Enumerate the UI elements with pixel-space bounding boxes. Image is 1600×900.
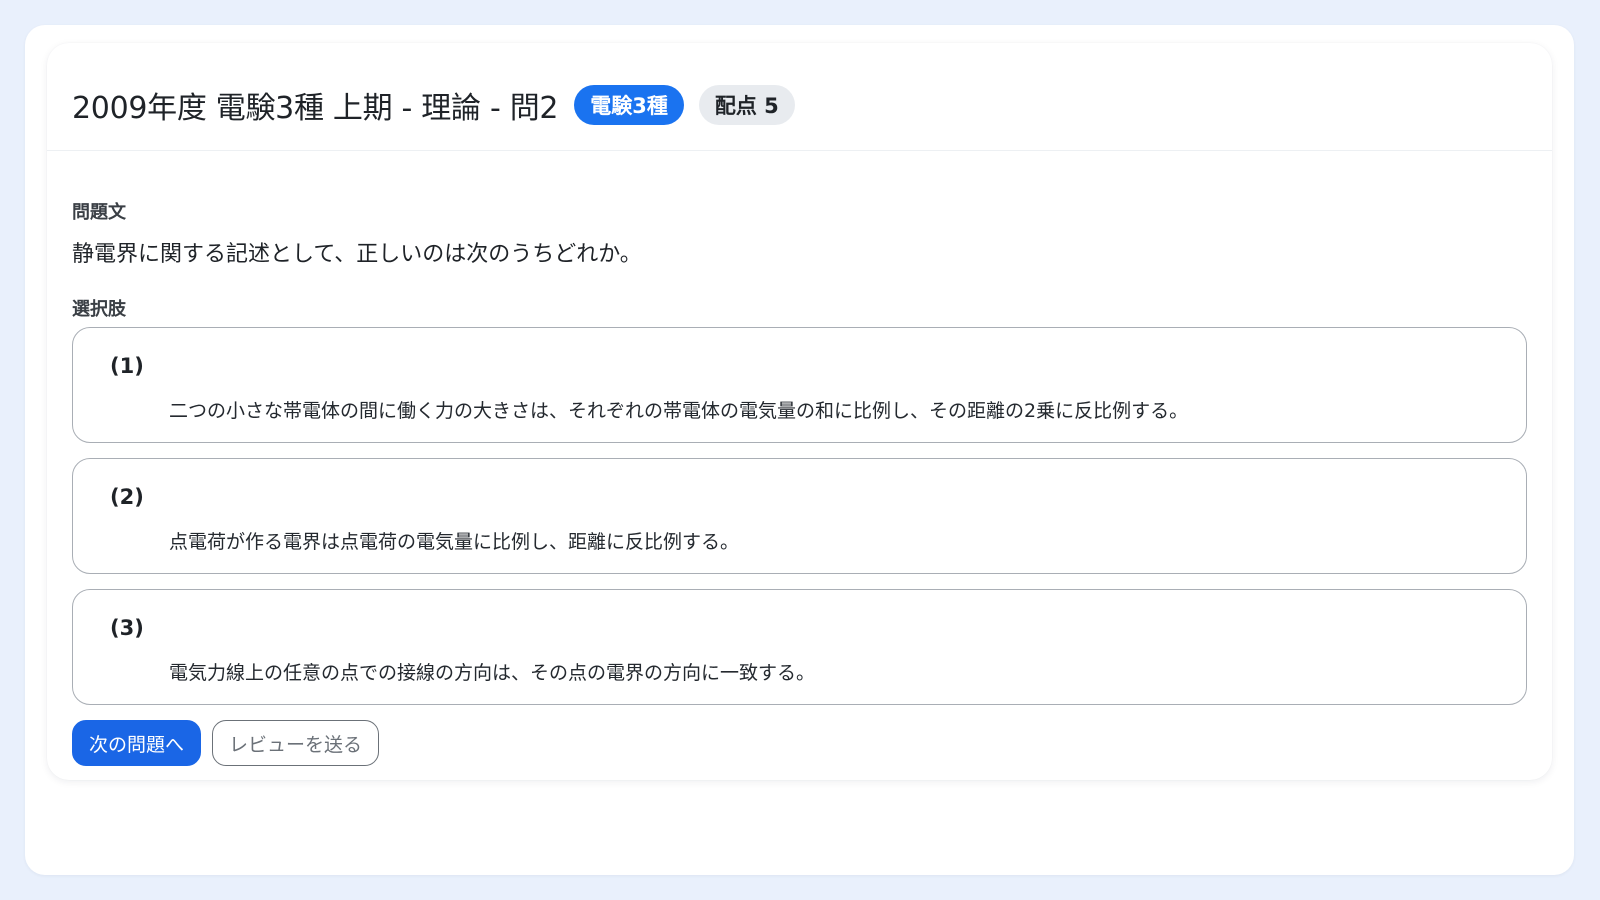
choice-text: 二つの小さな帯電体の間に働く力の大きさは、それぞれの帯電体の電気量の和に比例し、… <box>169 400 1189 422</box>
choice-number: (3) <box>110 616 144 640</box>
send-review-button[interactable]: レビューを送る <box>212 720 380 766</box>
question-card: 2009年度 電験3種 上期 - 理論 - 問2 電験3種 配点 5 問題文 静… <box>47 43 1552 780</box>
question-label: 問題文 <box>72 202 126 223</box>
next-question-button[interactable]: 次の問題へ <box>72 720 202 766</box>
category-badge: 電験3種 <box>574 84 684 125</box>
choice-text: 電気力線上の任意の点での接線の方向は、その点の電界の方向に一致する。 <box>169 662 816 684</box>
choice-option-1[interactable]: (1) 二つの小さな帯電体の間に働く力の大きさは、それぞれの帯電体の電気量の和に… <box>72 327 1527 443</box>
choice-number: (1) <box>110 354 144 378</box>
choice-option-3[interactable]: (3) 電気力線上の任意の点での接線の方向は、その点の電界の方向に一致する。 <box>72 589 1527 705</box>
action-bar: 次の問題へ レビューを送る <box>72 720 380 766</box>
choice-text: 点電荷が作る電界は点電荷の電気量に比例し、距離に反比例する。 <box>169 531 740 553</box>
choices-label: 選択肢 <box>72 299 126 320</box>
page-title: 2009年度 電験3種 上期 - 理論 - 問2 <box>72 90 559 126</box>
question-text: 静電界に関する記述として、正しいのは次のうちどれか。 <box>72 242 642 267</box>
outer-panel: 2009年度 電験3種 上期 - 理論 - 問2 電験3種 配点 5 問題文 静… <box>25 25 1574 875</box>
points-badge: 配点 5 <box>698 84 795 125</box>
choice-option-2[interactable]: (2) 点電荷が作る電界は点電荷の電気量に比例し、距離に反比例する。 <box>72 458 1527 574</box>
card-header: 2009年度 電験3種 上期 - 理論 - 問2 電験3種 配点 5 <box>47 43 1552 151</box>
choice-number: (2) <box>110 485 144 509</box>
